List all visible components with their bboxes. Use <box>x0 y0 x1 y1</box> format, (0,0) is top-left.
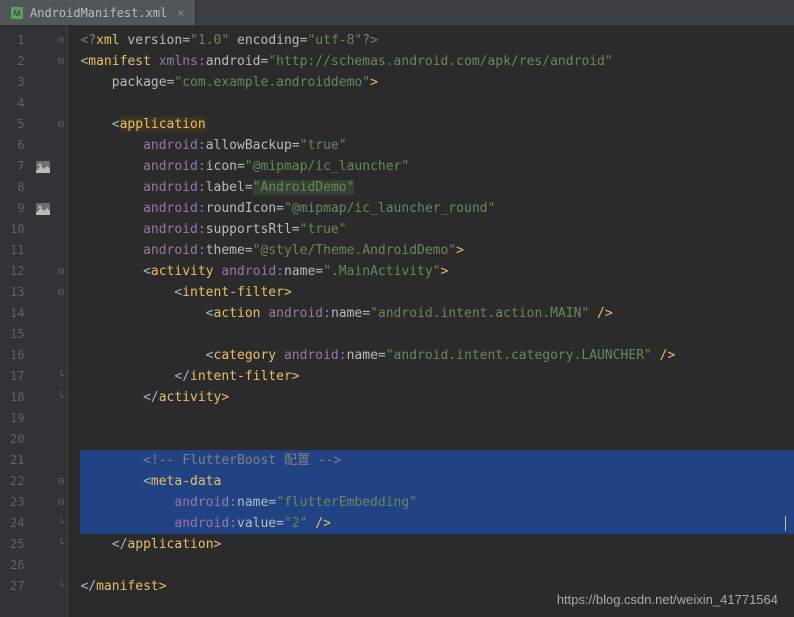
line-number: 14 <box>10 303 24 324</box>
code-line[interactable]: </intent-filter> <box>80 366 794 387</box>
code-line[interactable] <box>80 408 794 429</box>
line-number: 12 <box>10 261 24 282</box>
fold-toggle-icon[interactable]: ⊟ <box>54 282 67 303</box>
fold-end-icon: └ <box>54 387 67 408</box>
line-number: 20 <box>10 429 24 450</box>
line-number: 15 <box>10 324 24 345</box>
code-line[interactable]: <intent-filter> <box>80 282 794 303</box>
line-number: 10 <box>10 219 24 240</box>
line-number: 18 <box>10 387 24 408</box>
line-number: 27 <box>10 576 24 597</box>
line-number: 22 <box>10 471 24 492</box>
gutter-icons <box>32 26 54 617</box>
code-line[interactable]: <meta-data <box>80 471 794 492</box>
line-number: 24 <box>10 513 24 534</box>
line-number: 11 <box>10 240 24 261</box>
code-line[interactable]: android:value="2" /> <box>80 513 794 534</box>
fold-toggle-icon[interactable]: ⊟ <box>54 471 67 492</box>
line-number: 26 <box>10 555 24 576</box>
code-line[interactable]: <application <box>80 114 794 135</box>
line-number: 17 <box>10 366 24 387</box>
image-gutter-icon <box>32 198 54 219</box>
manifest-file-icon: M <box>10 6 24 20</box>
line-number: 7 <box>10 156 24 177</box>
line-number: 1 <box>10 30 24 51</box>
code-line[interactable]: android:label="AndroidDemo" <box>80 177 794 198</box>
fold-toggle-icon[interactable]: ⊟ <box>54 492 67 513</box>
code-line[interactable]: android:roundIcon="@mipmap/ic_launcher_r… <box>80 198 794 219</box>
code-line[interactable]: android:theme="@style/Theme.AndroidDemo"… <box>80 240 794 261</box>
fold-toggle-icon[interactable]: ⊟ <box>54 114 67 135</box>
code-line[interactable]: <category android:name="android.intent.c… <box>80 345 794 366</box>
code-line[interactable]: android:supportsRtl="true" <box>80 219 794 240</box>
code-line[interactable]: <action android:name="android.intent.act… <box>80 303 794 324</box>
fold-toggle-icon[interactable]: ⊟ <box>54 30 67 51</box>
tab-label: AndroidManifest.xml <box>30 6 167 20</box>
code-line[interactable]: <?xml version="1.0" encoding="utf-8"?> <box>80 30 794 51</box>
code-line[interactable]: </application> <box>80 534 794 555</box>
code-line[interactable] <box>80 324 794 345</box>
line-number: 3 <box>10 72 24 93</box>
close-icon[interactable]: × <box>177 6 184 20</box>
code-line[interactable]: android:name="flutterEmbedding" <box>80 492 794 513</box>
code-line[interactable] <box>80 555 794 576</box>
line-number: 9 <box>10 198 24 219</box>
tab-android-manifest[interactable]: M AndroidManifest.xml × <box>0 0 196 25</box>
fold-end-icon: └ <box>54 576 67 597</box>
watermark: https://blog.csdn.net/weixin_41771564 <box>557 592 778 607</box>
code-line[interactable]: android:icon="@mipmap/ic_launcher" <box>80 156 794 177</box>
fold-toggle-icon[interactable]: ⊟ <box>54 261 67 282</box>
line-number: 5 <box>10 114 24 135</box>
svg-text:M: M <box>14 9 21 18</box>
line-number: 21 <box>10 450 24 471</box>
line-number: 2 <box>10 51 24 72</box>
fold-end-icon: └ <box>54 534 67 555</box>
code-line[interactable]: package="com.example.androiddemo"> <box>80 72 794 93</box>
fold-end-icon: └ <box>54 366 67 387</box>
line-number-gutter: 1234567891011121314151617181920212223242… <box>0 26 32 617</box>
line-number: 16 <box>10 345 24 366</box>
code-editor[interactable]: 1234567891011121314151617181920212223242… <box>0 26 794 617</box>
fold-column: ⊟⊟⊟⊟⊟└└⊟⊟└└└ <box>54 26 68 617</box>
code-line[interactable] <box>80 429 794 450</box>
code-line[interactable]: </activity> <box>80 387 794 408</box>
code-area[interactable]: <?xml version="1.0" encoding="utf-8"?><m… <box>68 26 794 617</box>
line-number: 8 <box>10 177 24 198</box>
code-line[interactable]: <activity android:name=".MainActivity"> <box>80 261 794 282</box>
line-number: 25 <box>10 534 24 555</box>
image-gutter-icon <box>32 156 54 177</box>
code-line[interactable]: <!-- FlutterBoost 配置 --> <box>80 450 794 471</box>
fold-end-icon: └ <box>54 513 67 534</box>
fold-toggle-icon[interactable]: ⊟ <box>54 51 67 72</box>
line-number: 19 <box>10 408 24 429</box>
code-line[interactable] <box>80 93 794 114</box>
code-line[interactable]: <manifest xmlns:android="http://schemas.… <box>80 51 794 72</box>
tab-bar: M AndroidManifest.xml × <box>0 0 794 26</box>
code-line[interactable]: android:allowBackup="true" <box>80 135 794 156</box>
line-number: 6 <box>10 135 24 156</box>
line-number: 23 <box>10 492 24 513</box>
line-number: 13 <box>10 282 24 303</box>
line-number: 4 <box>10 93 24 114</box>
